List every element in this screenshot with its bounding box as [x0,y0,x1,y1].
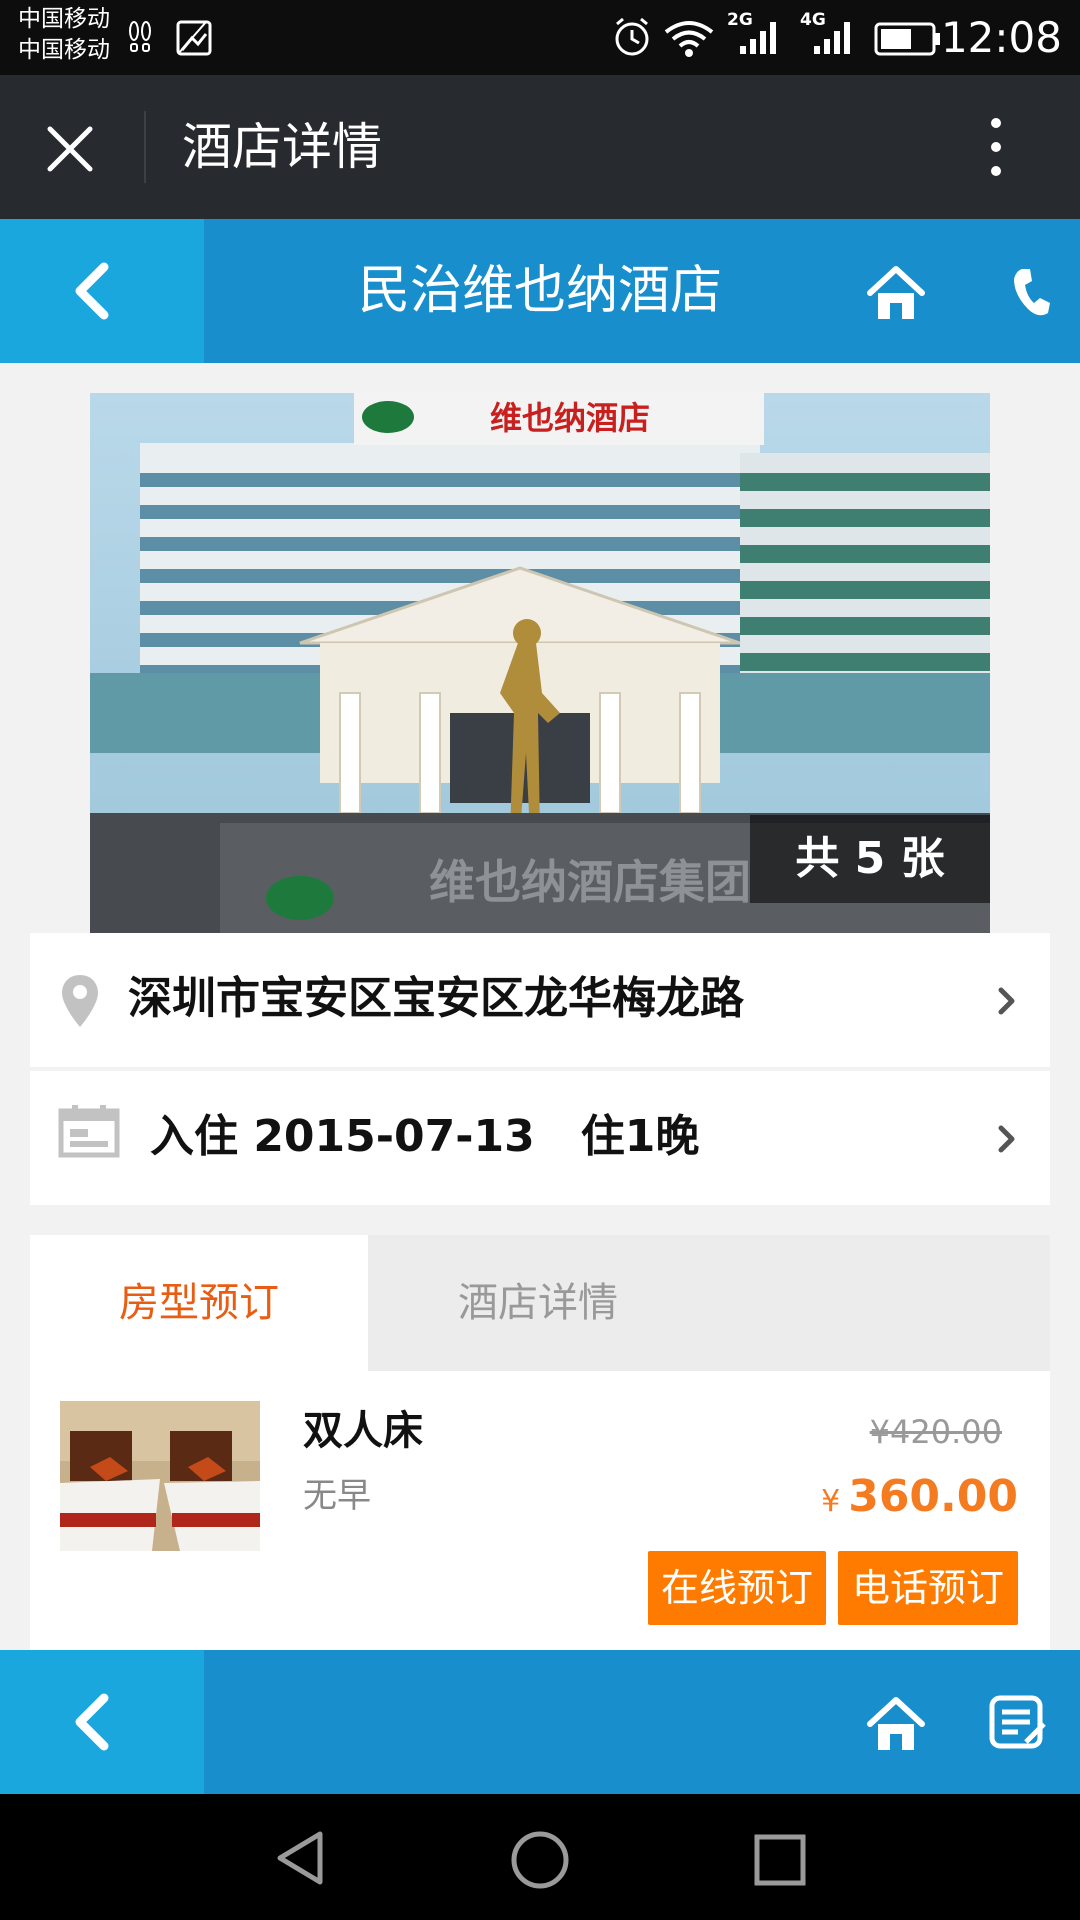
sale-price: ¥360.00 [821,1467,1018,1532]
wifi-icon [664,21,714,57]
carrier-2: 中国移动 [18,37,110,63]
room-type-name: 双人床 [303,1408,423,1454]
webview-title-bar: 酒店详情 [0,75,1080,219]
nav-recents-icon[interactable] [754,1834,806,1886]
chevron-right-icon [998,987,1015,1015]
signal-4g-icon [814,22,850,54]
nav-home-icon[interactable] [510,1830,570,1890]
carrier-names: 中国移动 中国移动 [18,4,110,66]
room-card: 双人床 无早 ¥420.00 ¥360.00 在线预订 电话预订 [30,1371,1050,1651]
alarm-icon [615,17,649,56]
footprints-icon [129,21,151,52]
rooftop-sign-text: 维也纳酒店 [490,399,650,437]
image-icon [176,20,212,56]
tab-room-booking[interactable]: 房型预订 [30,1235,368,1371]
original-price: ¥420.00 [869,1413,1002,1451]
phone-icon[interactable] [1008,265,1052,321]
home-icon[interactable] [866,265,926,321]
currency-symbol: ¥ [821,1484,841,1519]
breakfast-info: 无早 [303,1476,371,1516]
address-text: 深圳市宝安区宝安区龙华梅龙路 [128,973,744,1024]
webview-title: 酒店详情 [182,118,382,176]
location-pin-icon [62,975,98,1027]
bottom-toolbar [0,1650,1080,1794]
back-button[interactable] [0,219,204,363]
checkin-row[interactable]: 入住 2015-07-13 住1晚 [30,1071,1050,1205]
bottom-back-button[interactable] [0,1650,204,1794]
status-bar: 中国移动 中国移动 2G 4G 12:08 [0,0,1080,75]
page-header: 民治维也纳酒店 [0,219,1080,363]
calendar-icon [58,1105,120,1158]
title-divider [144,111,146,183]
signal-2g-icon [740,22,776,54]
checkin-text: 入住 2015-07-13 住1晚 [150,1111,700,1162]
address-row[interactable]: 深圳市宝安区宝安区龙华梅龙路 [30,933,1050,1067]
hotel-name-title: 民治维也纳酒店 [357,261,722,321]
system-nav-bar [0,1794,1080,1920]
book-by-phone-button[interactable]: 电话预订 [838,1551,1018,1625]
tab-hotel-details[interactable]: 酒店详情 [368,1235,708,1371]
clock: 12:08 [940,13,1062,62]
book-online-button[interactable]: 在线预订 [648,1551,826,1625]
wall-sign-text: 维也纳酒店集团 [429,855,751,909]
battery-icon [874,22,940,56]
detail-tabs: 房型预订 酒店详情 [30,1235,1050,1371]
notes-icon[interactable] [988,1694,1048,1750]
home-icon[interactable] [866,1696,926,1752]
photo-count-badge: 共 5 张 [750,815,990,903]
close-icon[interactable] [40,119,100,179]
back-icon [75,1693,109,1751]
chevron-right-icon [998,1125,1015,1153]
back-icon [75,262,109,320]
more-icon[interactable] [980,115,1012,179]
room-photo [60,1401,260,1551]
carrier-1: 中国移动 [18,6,110,32]
sale-price-value: 360.00 [848,1471,1018,1522]
hotel-photo-gallery[interactable]: 维也纳酒店 维也纳酒店集团 共 5 张 [90,393,990,933]
nav-back-icon[interactable] [274,1830,326,1886]
